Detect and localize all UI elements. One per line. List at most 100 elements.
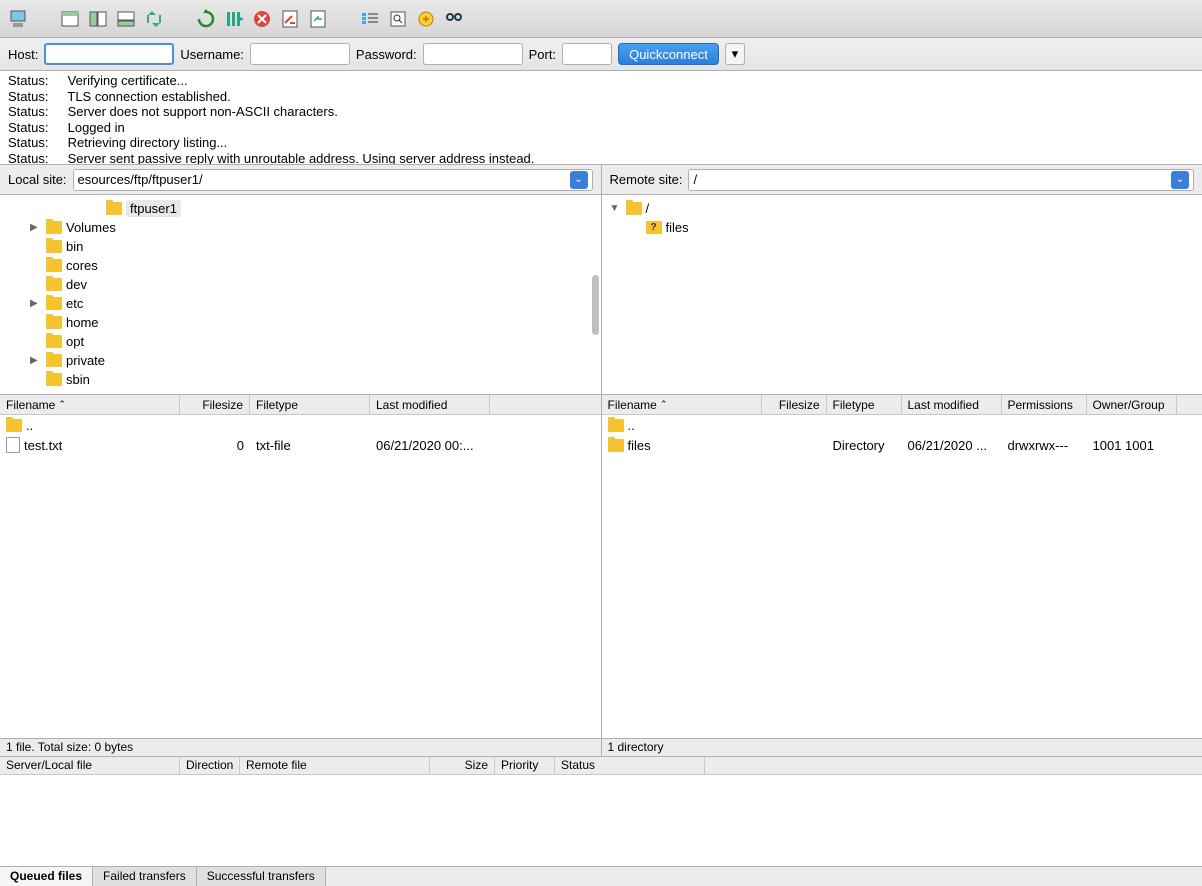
col-direction[interactable]: Direction — [180, 757, 240, 774]
chevron-down-icon[interactable]: ⌄ — [1171, 171, 1189, 189]
folder-icon — [6, 419, 22, 432]
folder-icon — [608, 439, 624, 452]
quickconnect-button[interactable]: Quickconnect — [618, 43, 719, 65]
quickconnect-dropdown[interactable]: ▾ — [725, 43, 745, 65]
col-lastmod[interactable]: Last modified — [370, 395, 490, 414]
queue-tabs: Queued files Failed transfers Successful… — [0, 866, 1202, 886]
col-priority[interactable]: Priority — [495, 757, 555, 774]
file-icon — [6, 437, 20, 453]
col-filename[interactable]: Filename ⌃ — [602, 395, 762, 414]
port-input[interactable] — [562, 43, 612, 65]
log-line: Status: TLS connection established. — [8, 89, 1194, 105]
tab-failed[interactable]: Failed transfers — [93, 867, 197, 886]
remote-pathbar: Remote site: / ⌄ — [602, 165, 1202, 195]
tree-item[interactable]: ▶ftpuser1 — [0, 199, 601, 218]
site-panes: Local site: esources/ftp/ftpuser1/ ⌄ ▶ft… — [0, 165, 1202, 757]
tree-item[interactable]: ▶?files — [602, 218, 1202, 237]
username-input[interactable] — [250, 43, 350, 65]
disconnect-icon[interactable] — [278, 7, 302, 31]
folder-icon — [46, 278, 62, 291]
remote-filelist[interactable]: ..filesDirectory06/21/2020 ...drwxrwx---… — [602, 415, 1202, 738]
host-input[interactable] — [44, 43, 174, 65]
tree-item[interactable]: ▼/ — [602, 199, 1202, 218]
main-toolbar — [0, 0, 1202, 38]
chevron-down-icon[interactable]: ⌄ — [570, 171, 588, 189]
tree-item[interactable]: ▶opt — [0, 332, 601, 351]
folder-icon — [608, 419, 624, 432]
folder-icon — [46, 316, 62, 329]
local-file-header[interactable]: Filename ⌃ Filesize Filetype Last modifi… — [0, 395, 601, 415]
col-permissions[interactable]: Permissions — [1002, 395, 1087, 414]
col-filename[interactable]: Filename ⌃ — [0, 395, 180, 414]
sort-asc-icon: ⌃ — [58, 399, 66, 410]
scrollbar-thumb[interactable] — [592, 275, 599, 335]
folder-icon — [46, 354, 62, 367]
tab-successful[interactable]: Successful transfers — [197, 867, 326, 886]
remote-path-select[interactable]: / ⌄ — [688, 169, 1194, 191]
filter-icon[interactable] — [358, 7, 382, 31]
remote-tree[interactable]: ▼/▶?files — [602, 195, 1202, 395]
folder-question-icon: ? — [646, 221, 662, 234]
folder-icon — [46, 259, 62, 272]
col-filesize[interactable]: Filesize — [180, 395, 250, 414]
reconnect-icon[interactable] — [306, 7, 330, 31]
find-icon[interactable] — [442, 7, 466, 31]
folder-icon — [46, 373, 62, 386]
list-item[interactable]: filesDirectory06/21/2020 ...drwxrwx---10… — [602, 435, 1202, 455]
list-item[interactable]: .. — [602, 415, 1202, 435]
folder-icon — [106, 202, 122, 215]
toggle-queue-icon[interactable] — [114, 7, 138, 31]
col-filetype[interactable]: Filetype — [827, 395, 902, 414]
cancel-icon[interactable] — [250, 7, 274, 31]
local-path-select[interactable]: esources/ftp/ftpuser1/ ⌄ — [73, 169, 593, 191]
message-log: Status: Verifying certificate...Status: … — [0, 71, 1202, 165]
col-lastmod[interactable]: Last modified — [902, 395, 1002, 414]
col-server[interactable]: Server/Local file — [0, 757, 180, 774]
site-manager-icon[interactable] — [6, 7, 30, 31]
remote-site-label: Remote site: — [610, 172, 683, 187]
tree-item[interactable]: ▶Volumes — [0, 218, 601, 237]
tree-item[interactable]: ▶cores — [0, 256, 601, 275]
col-owner[interactable]: Owner/Group — [1087, 395, 1177, 414]
local-tree[interactable]: ▶ftpuser1▶Volumes▶bin▶cores▶dev▶etc▶home… — [0, 195, 601, 395]
search-icon[interactable] — [386, 7, 410, 31]
tree-item[interactable]: ▶etc — [0, 294, 601, 313]
local-filelist[interactable]: ..test.txt0txt-file06/21/2020 00:... — [0, 415, 601, 738]
sync-browsing-icon[interactable] — [142, 7, 166, 31]
local-status: 1 file. Total size: 0 bytes — [0, 738, 601, 756]
compare-icon[interactable] — [414, 7, 438, 31]
folder-icon — [46, 240, 62, 253]
log-line: Status: Server does not support non-ASCI… — [8, 104, 1194, 120]
log-line: Status: Logged in — [8, 120, 1194, 136]
col-size[interactable]: Size — [430, 757, 495, 774]
col-status[interactable]: Status — [555, 757, 705, 774]
col-filetype[interactable]: Filetype — [250, 395, 370, 414]
tree-item[interactable]: ▶home — [0, 313, 601, 332]
tree-item[interactable]: ▶sbin — [0, 370, 601, 389]
remote-file-header[interactable]: Filename ⌃ Filesize Filetype Last modifi… — [602, 395, 1202, 415]
new-tab-icon[interactable] — [58, 7, 82, 31]
log-line: Status: Server sent passive reply with u… — [8, 151, 1194, 165]
username-label: Username: — [180, 47, 244, 62]
toggle-tree-icon[interactable] — [86, 7, 110, 31]
list-item[interactable]: test.txt0txt-file06/21/2020 00:... — [0, 435, 601, 455]
transfer-queue: Server/Local file Direction Remote file … — [0, 757, 1202, 886]
log-line: Status: Retrieving directory listing... — [8, 135, 1194, 151]
col-filesize[interactable]: Filesize — [762, 395, 827, 414]
col-remotefile[interactable]: Remote file — [240, 757, 430, 774]
process-queue-icon[interactable] — [222, 7, 246, 31]
host-label: Host: — [8, 47, 38, 62]
local-pathbar: Local site: esources/ftp/ftpuser1/ ⌄ — [0, 165, 601, 195]
queue-body[interactable] — [0, 775, 1202, 866]
connection-bar: Host: Username: Password: Port: Quickcon… — [0, 38, 1202, 71]
queue-header[interactable]: Server/Local file Direction Remote file … — [0, 757, 1202, 775]
password-input[interactable] — [423, 43, 523, 65]
sort-asc-icon: ⌃ — [660, 399, 668, 410]
folder-icon — [46, 221, 62, 234]
list-item[interactable]: .. — [0, 415, 601, 435]
tree-item[interactable]: ▶dev — [0, 275, 601, 294]
tab-queued[interactable]: Queued files — [0, 867, 93, 886]
tree-item[interactable]: ▶private — [0, 351, 601, 370]
tree-item[interactable]: ▶bin — [0, 237, 601, 256]
refresh-icon[interactable] — [194, 7, 218, 31]
